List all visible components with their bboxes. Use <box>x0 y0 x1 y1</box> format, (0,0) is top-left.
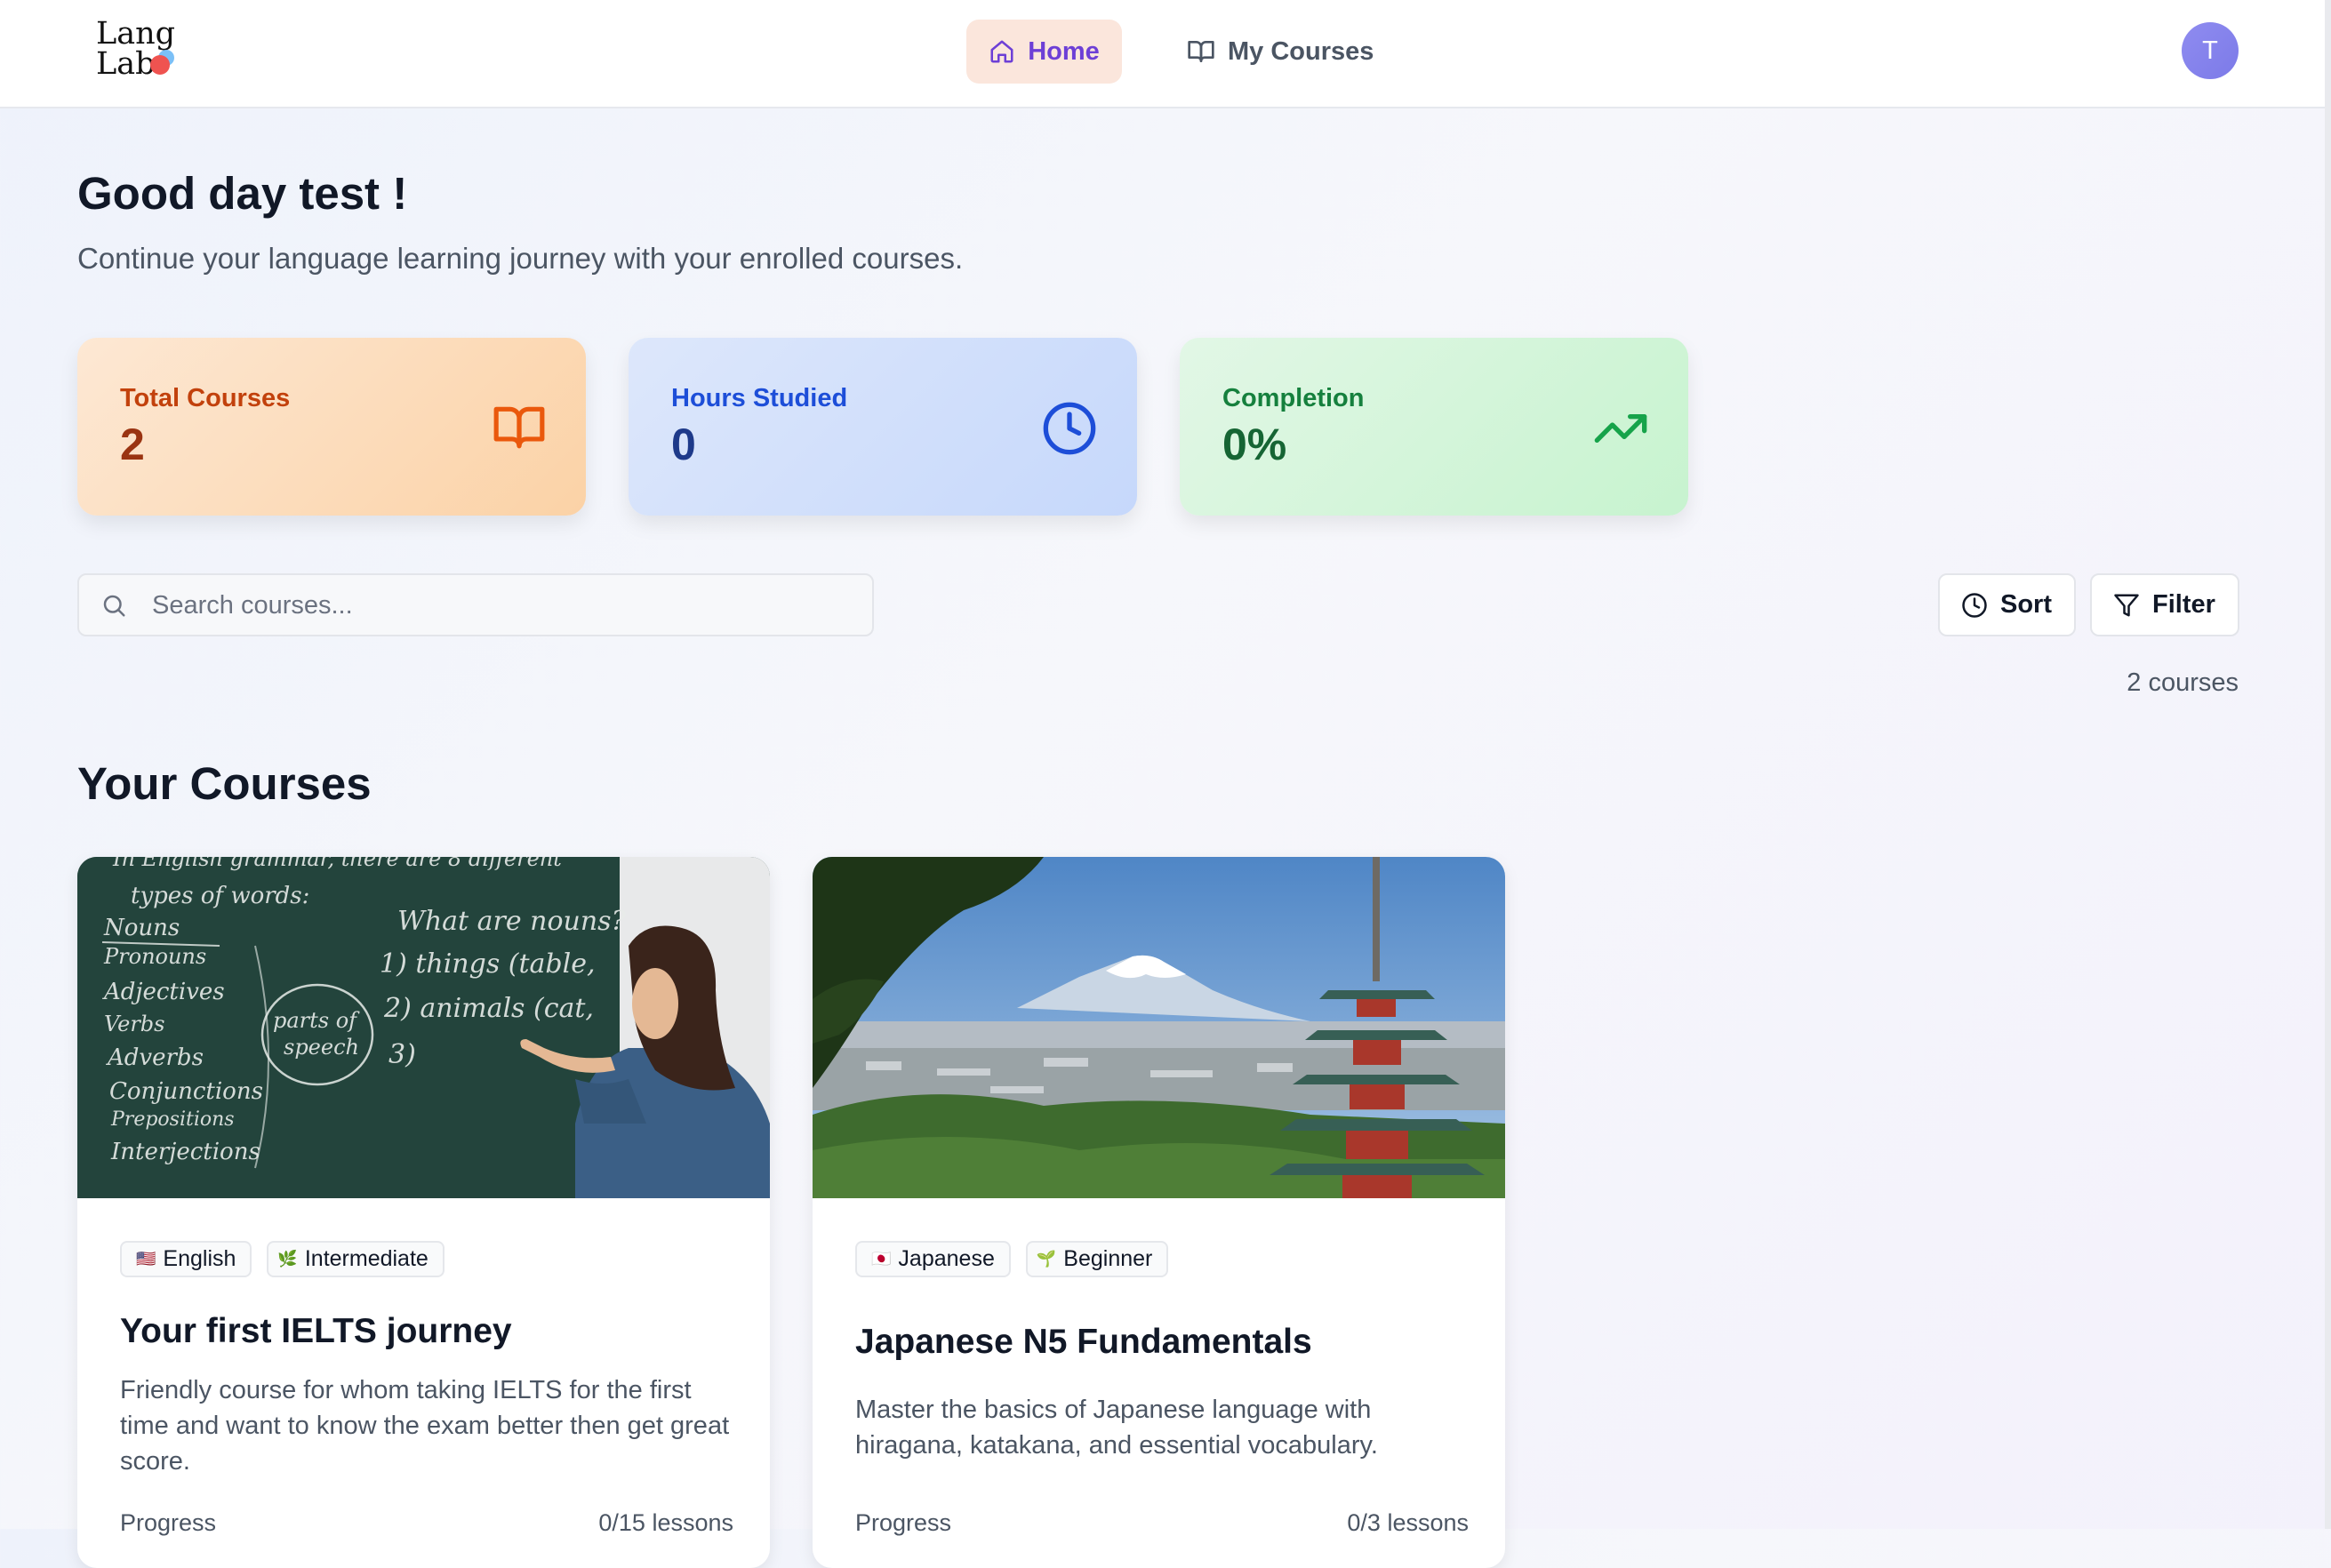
nav-my-courses[interactable]: My Courses <box>1187 20 1400 84</box>
nav-my-courses-label: My Courses <box>1228 36 1374 66</box>
course-tags: 🇯🇵 Japanese 🌱 Beginner <box>855 1241 1169 1277</box>
stat-card-total-courses: Total Courses 2 <box>77 338 586 516</box>
course-count: 2 courses <box>2127 668 2239 697</box>
progress-row: Progress 0/15 lessons <box>120 1509 733 1537</box>
course-image-fuji-pagoda <box>813 857 1505 1198</box>
stat-card-hours-studied: Hours Studied 0 <box>629 338 1137 516</box>
stat-value: 2 <box>120 420 145 469</box>
clock-icon <box>1962 592 1987 618</box>
langlab-logo[interactable]: Lang Lab <box>92 16 185 80</box>
search-icon <box>103 595 125 617</box>
clock-icon <box>1043 402 1096 455</box>
stat-label: Completion <box>1222 384 1365 412</box>
language-tag-label: English <box>163 1246 236 1271</box>
page-scrollbar[interactable] <box>2325 0 2331 1529</box>
book-icon <box>1188 41 1214 62</box>
chalk-list-item: Pronouns <box>103 944 206 969</box>
chalk-parts-of: parts of <box>273 1008 360 1033</box>
course-title[interactable]: Your first IELTS journey <box>120 1312 512 1351</box>
language-tag: 🇺🇸 English <box>120 1241 252 1277</box>
chalk-list-item: Verbs <box>104 1012 164 1036</box>
progress-label: Progress <box>120 1509 217 1536</box>
stat-card-completion: Completion 0% <box>1180 338 1688 516</box>
herb-icon: 🌿 <box>277 1250 298 1268</box>
progress-label: Progress <box>855 1509 952 1536</box>
user-avatar[interactable]: T <box>2182 22 2239 79</box>
course-description: Master the basics of Japanese language w… <box>855 1396 1378 1460</box>
lessons-count: 0/3 lessons <box>1347 1509 1469 1536</box>
chalk-list-item: Conjunctions <box>109 1078 263 1105</box>
greeting-subtitle: Continue your language learning journey … <box>77 242 964 275</box>
level-tag-label: Intermediate <box>304 1246 429 1271</box>
nav-home[interactable]: Home <box>966 20 1122 84</box>
stat-value: 0% <box>1222 420 1287 469</box>
sort-button[interactable]: Sort <box>1938 573 2076 636</box>
course-image-classroom: In English grammar, there are 8 differen… <box>77 857 770 1198</box>
level-tag: 🌱 Beginner <box>1025 1241 1169 1277</box>
course-card-japanese-n5[interactable]: 🇯🇵 Japanese 🌱 Beginner Japanese N5 Funda… <box>813 857 1505 1568</box>
book-open-icon <box>493 406 545 449</box>
chalk-answer2: 2) animals (cat, <box>383 993 594 1024</box>
search-bar[interactable] <box>77 573 874 636</box>
search-input[interactable] <box>150 575 856 636</box>
section-title-your-courses: Your Courses <box>77 758 372 809</box>
nav-home-label: Home <box>1028 36 1100 66</box>
course-description: Friendly course for whom taking IELTS fo… <box>120 1376 730 1476</box>
chalk-speech: speech <box>284 1035 359 1060</box>
chalk-list-item: Adverbs <box>106 1044 204 1071</box>
jp-flag-icon: 🇯🇵 <box>871 1250 892 1268</box>
chalk-list-item: Interjections <box>110 1139 260 1165</box>
chalk-line2: types of words: <box>131 883 309 909</box>
level-tag: 🌿 Intermediate <box>267 1241 445 1277</box>
seedling-icon: 🌱 <box>1036 1250 1057 1268</box>
top-navigation-bar: Lang Lab Home My Courses T <box>0 0 2325 108</box>
sort-label: Sort <box>2000 590 2052 619</box>
language-tag-label: Japanese <box>898 1246 995 1271</box>
logo-dot-red <box>150 55 170 75</box>
chalk-answer3: 3) <box>388 1039 416 1070</box>
home-icon <box>990 40 1013 63</box>
course-card-ielts[interactable]: In English grammar, there are 8 differen… <box>77 857 770 1568</box>
stat-value: 0 <box>671 420 696 469</box>
chalk-answer1: 1) things (table, <box>380 948 596 980</box>
language-tag: 🇯🇵 Japanese <box>855 1241 1011 1277</box>
filter-label: Filter <box>2152 590 2215 619</box>
lessons-count: 0/15 lessons <box>598 1509 733 1536</box>
filter-icon <box>2114 594 2139 616</box>
chalk-nouns: Nouns <box>103 915 180 941</box>
logo-text-line1: Lang <box>96 16 176 52</box>
stat-label: Hours Studied <box>671 384 848 412</box>
stat-label: Total Courses <box>120 384 291 412</box>
chalk-list-item: Prepositions <box>110 1108 235 1131</box>
level-tag-label: Beginner <box>1063 1246 1153 1271</box>
course-title[interactable]: Japanese N5 Fundamentals <box>855 1323 1312 1362</box>
greeting-title: Good day test ! <box>77 168 408 219</box>
chalk-question: What are nouns? <box>397 906 627 937</box>
logo-text-line2: Lab <box>96 46 156 82</box>
course-tags: 🇺🇸 English 🌿 Intermediate <box>120 1241 445 1277</box>
progress-row: Progress 0/3 lessons <box>855 1509 1469 1537</box>
chalk-line1: In English grammar, there are 8 differen… <box>112 857 562 871</box>
chalk-list-item: Adjectives <box>102 979 225 1005</box>
trending-up-icon <box>1594 414 1647 443</box>
filter-button[interactable]: Filter <box>2090 573 2239 636</box>
us-flag-icon: 🇺🇸 <box>136 1250 156 1268</box>
